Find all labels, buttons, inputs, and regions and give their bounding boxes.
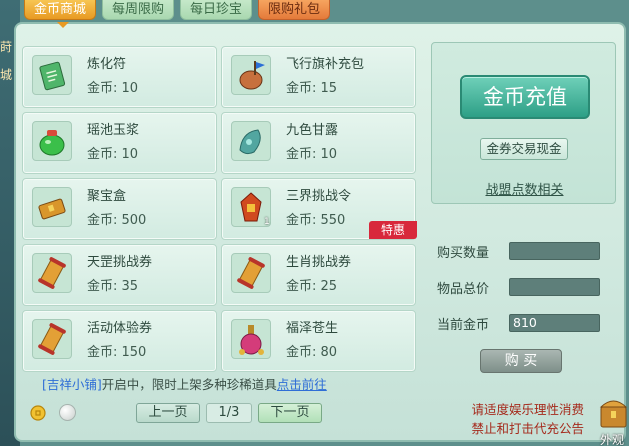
item-card[interactable]: 聚宝盒 金币: 500 [22,178,217,240]
total-price-field [509,278,600,296]
current-gold-field: 810 [509,314,600,332]
item-price: 金币: 10 [87,81,139,96]
potion-bottle-icon [239,325,264,355]
next-page-button[interactable]: 下一页 [258,403,322,423]
gold-recharge-button[interactable]: 金币充值 [460,75,590,119]
item-icon-slot [231,55,271,95]
flag-bag-icon [239,61,265,90]
talisman-icon [39,61,66,91]
coin-icon [30,405,46,421]
footer-warning-2[interactable]: 禁止和打击代充公告 [471,418,584,437]
scroll-icon [237,257,265,289]
treasure-box-icon [38,198,66,220]
item-card[interactable]: 生肖挑战券 金币: 25 [221,244,416,306]
toggle-dot[interactable] [59,404,76,421]
item-price: 金币: 35 [87,279,139,294]
scroll-icon [38,323,66,355]
item-icon-slot [32,187,72,227]
item-icon-slot [32,319,72,359]
item-icon-slot [32,253,72,293]
item-name: 瑶池玉浆 [87,123,140,138]
notice-link[interactable]: 点击前往 [277,377,327,392]
item-name: 聚宝盒 [87,189,127,204]
item-card[interactable]: 瑶池玉浆 金币: 10 [22,112,217,174]
challenge-token-icon [240,192,262,222]
chest-icon [599,400,628,428]
total-label: 物品总价 [437,282,490,297]
item-price: 金币: 10 [286,147,338,162]
item-icon-slot [231,121,271,161]
item-card[interactable]: 九色甘露 金币: 10 [221,112,416,174]
item-grid: 炼化符 金币: 10 飞行旗补充包 金币: 15 瑶池玉浆 金币: 10 九色甘… [22,46,417,372]
tab-weekly-limited[interactable]: 每周限购 [102,0,175,20]
prev-page-button[interactable]: 上一页 [136,403,200,423]
voucher-exchange-button[interactable]: 金券交易现金 [480,138,568,160]
footer-warning-1: 请适度娱乐理性消费 [471,402,584,417]
active-tab-pointer [57,22,69,28]
notice-line: [吉祥小铺]开启中，限时上架多种珍稀道具点击前往 [42,374,327,393]
item-price: 金币: 80 [286,345,338,360]
notice-text: 开启中，限时上架多种珍稀道具 [101,377,277,392]
item-price: 金币: 500 [87,213,147,228]
item-name: 活动体验券 [87,321,153,336]
page-indicator: 1/3 [206,403,252,423]
item-icon-slot [231,253,271,293]
nectar-icon [239,129,261,155]
tab-daily-treasure[interactable]: 每日珍宝 [180,0,253,20]
item-price: 金币: 150 [87,345,147,360]
item-price: 金币: 15 [286,81,338,96]
recharge-panel: 金币充值 金券交易现金 战盟点数相关 [431,42,616,204]
item-price: 金币: 550 [286,213,346,228]
item-name: 生肖挑战券 [286,255,352,270]
notice-shop-name: [吉祥小铺] [42,377,102,392]
outside-appearance-button[interactable]: 外观 [598,393,629,446]
item-name: 炼化符 [87,57,127,72]
buy-button[interactable]: 购 买 [480,349,562,373]
item-card[interactable]: 天罡挑战券 金币: 35 [22,244,217,306]
item-card[interactable]: 飞行旗补充包 金币: 15 [221,46,416,108]
item-card[interactable]: 三界挑战令 金币: 550 1 特惠 [221,178,417,240]
tab-bar: 金币商城 每周限购 每日珍宝 限购礼包 [24,0,331,22]
discount-tag: 特惠 [369,221,417,239]
guild-points-link[interactable]: 战盟点数相关 [432,179,617,198]
qty-field[interactable] [509,242,600,260]
outside-label: 外观 [600,433,625,446]
item-name: 福泽苍生 [286,321,339,336]
item-card[interactable]: 活动体验券 金币: 150 [22,310,217,372]
tab-limited-gift[interactable]: 限购礼包 [258,0,331,20]
item-card[interactable]: 福泽苍生 金币: 80 [221,310,416,372]
item-name: 飞行旗补充包 [286,57,365,72]
item-icon-slot [32,55,72,95]
jade-jar-icon [39,130,65,156]
item-icon-slot [231,319,271,359]
tab-gold-mall[interactable]: 金币商城 [24,0,97,20]
item-card[interactable]: 炼化符 金币: 10 [22,46,217,108]
item-name: 三界挑战令 [286,189,352,204]
scroll-icon [38,257,66,289]
current-gold-label: 当前金币 [437,318,490,333]
item-name: 九色甘露 [286,123,339,138]
item-name: 天罡挑战券 [87,255,153,270]
item-icon-slot [32,121,72,161]
qty-label: 购买数量 [437,246,490,261]
item-price: 金币: 25 [286,279,338,294]
item-price: 金币: 10 [87,147,139,162]
item-count: 1 [264,217,270,227]
